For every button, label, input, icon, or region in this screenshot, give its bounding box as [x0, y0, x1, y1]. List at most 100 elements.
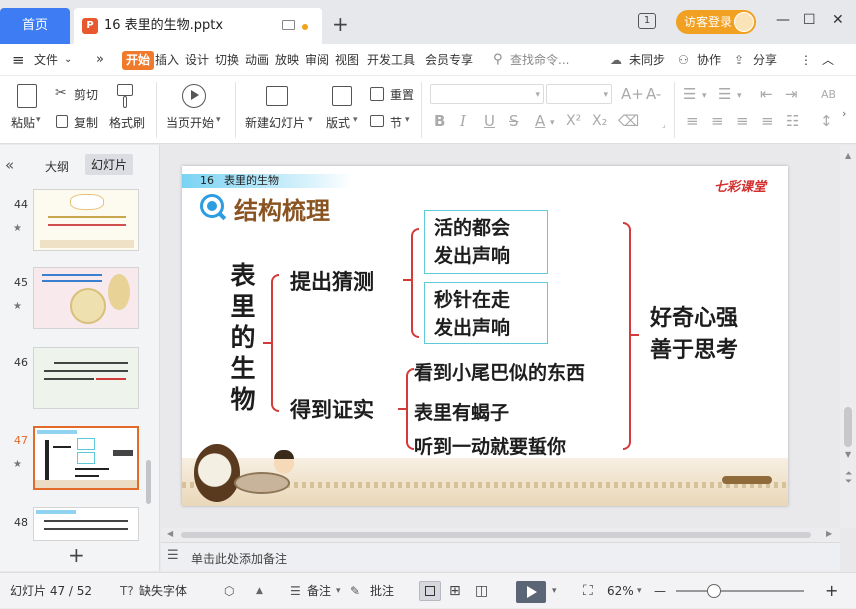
window-count-badge[interactable]: 1 [638, 13, 656, 29]
bold-button[interactable]: B [434, 113, 445, 129]
zoom-level[interactable]: 62% [607, 573, 634, 609]
line-spacing-icon[interactable]: ↕ [820, 113, 833, 129]
chevron-down-icon[interactable]: ▾ [353, 115, 358, 125]
decrease-indent-icon[interactable]: ⇤ [760, 86, 773, 102]
fit-to-window-icon[interactable]: ⛶ [583, 573, 593, 609]
chevron-down-icon[interactable]: ▾ [405, 115, 410, 125]
slide-sorter-view-button[interactable]: ⊞ [449, 573, 461, 609]
cut-button[interactable]: 剪切 [74, 86, 98, 103]
close-button[interactable]: ✕ [832, 12, 844, 28]
paste-icon[interactable] [17, 84, 37, 108]
reading-view-button[interactable]: ◫ [475, 573, 488, 609]
section-button[interactable]: 节 [390, 114, 402, 131]
font-color-button[interactable]: A [535, 113, 545, 129]
tab-outline[interactable]: 大纲 [45, 158, 69, 175]
tab-document[interactable]: P 16 表里的生物.pptx [74, 8, 322, 44]
slide-thumbnail[interactable] [33, 347, 139, 409]
font-family-select[interactable]: ▾ [430, 84, 544, 104]
guest-login-button[interactable]: 访客登录 [676, 10, 756, 34]
more-menus-icon[interactable]: » [96, 44, 104, 76]
layout-icon[interactable] [332, 86, 352, 106]
reset-button[interactable]: 重置 [390, 86, 414, 103]
underline-button[interactable]: U [484, 113, 495, 129]
subscript-button[interactable]: X₂ [592, 113, 607, 129]
numbered-list-icon[interactable]: ☰ [718, 86, 731, 102]
layout-button[interactable]: 版式 [326, 114, 350, 131]
menu-home[interactable]: 开始 [122, 51, 155, 70]
normal-view-button[interactable] [419, 581, 441, 601]
menu-file[interactable]: 文件 [34, 44, 58, 76]
missing-font-button[interactable]: 缺失字体 [139, 573, 187, 609]
menu-review[interactable]: 审阅 [305, 44, 329, 76]
slide-canvas[interactable]: 16 表里的生物 七彩课堂 结构梳理 表 里 的 生 物 提出猜测 得到证实 活… [182, 166, 788, 506]
add-slide-button[interactable]: + [68, 543, 85, 567]
chevron-down-icon[interactable]: ▾ [308, 115, 313, 125]
play-icon[interactable] [182, 84, 206, 108]
eraser-icon[interactable]: ⌫ [618, 113, 639, 129]
comments-button[interactable]: 批注 [370, 573, 394, 609]
format-painter-button[interactable]: 格式刷 [109, 114, 145, 131]
strikethrough-button[interactable]: S [509, 113, 519, 129]
monitor-icon[interactable] [282, 20, 295, 30]
new-slide-icon[interactable] [266, 86, 288, 106]
menu-member[interactable]: 会员专享 [425, 44, 473, 76]
menu-insert[interactable]: 插入 [155, 44, 179, 76]
slide-thumbnail[interactable] [33, 189, 139, 251]
zoom-slider-thumb[interactable] [707, 584, 721, 598]
new-slide-button[interactable]: 新建幻灯片 [245, 114, 305, 131]
zoom-out-button[interactable]: — [654, 573, 666, 609]
chevron-down-icon[interactable]: ▾ [737, 88, 742, 104]
share-button[interactable]: 分享 [753, 44, 777, 76]
hamburger-icon[interactable]: ≡ [12, 44, 25, 76]
font-shrink-button[interactable]: A- [646, 86, 661, 102]
notes-placeholder[interactable]: 单击此处添加备注 [191, 550, 287, 567]
bullet-list-icon[interactable]: ☰ [683, 86, 696, 102]
copy-button[interactable]: 复制 [74, 114, 98, 131]
tab-slides[interactable]: 幻灯片 [85, 154, 134, 175]
zoom-slider-track[interactable] [676, 590, 804, 592]
zoom-in-button[interactable]: + [825, 573, 838, 609]
chevron-down-icon[interactable]: ▾ [36, 115, 41, 125]
align-right-icon[interactable]: ≡ [736, 113, 749, 129]
increase-indent-icon[interactable]: ⇥ [785, 86, 798, 102]
chevron-down-icon[interactable]: ▾ [637, 573, 642, 609]
chevron-down-icon[interactable]: ▾ [552, 573, 557, 609]
menu-slideshow[interactable]: 放映 [275, 44, 299, 76]
menu-transition[interactable]: 切换 [215, 44, 239, 76]
paste-button[interactable]: 粘贴 [11, 114, 35, 131]
vertical-scrollbar[interactable]: ▲ ▼ ⏶ ⏷ [840, 145, 856, 528]
menu-developer[interactable]: 开发工具 [367, 44, 415, 76]
menu-design[interactable]: 设计 [185, 44, 209, 76]
slide-thumbnail[interactable] [33, 267, 139, 329]
distribute-icon[interactable]: ☷ [786, 113, 799, 129]
font-dialog-icon[interactable]: ⌟ [662, 117, 666, 133]
new-tab-button[interactable]: + [332, 14, 349, 34]
font-grow-button[interactable]: A+ [621, 86, 644, 102]
horizontal-scrollbar[interactable]: ◀ ▶ [161, 528, 840, 542]
slide-counter[interactable]: 幻灯片 47 / 52 [10, 573, 92, 609]
unsynced-button[interactable]: 未同步 [629, 44, 665, 76]
chevron-down-icon[interactable]: ▾ [702, 88, 707, 104]
play-slideshow-button[interactable] [516, 581, 546, 603]
collaborate-button[interactable]: 协作 [697, 44, 721, 76]
minimize-button[interactable]: — [776, 12, 790, 28]
shield-icon[interactable]: ⬡ [224, 573, 234, 609]
chevron-down-icon[interactable]: ▾ [550, 115, 555, 131]
font-size-select[interactable]: ▾ [546, 84, 612, 104]
align-left-icon[interactable]: ≡ [686, 113, 699, 129]
collapse-panel-icon[interactable]: « [5, 156, 14, 174]
panel-scrollbar[interactable] [146, 460, 151, 504]
italic-button[interactable]: I [460, 113, 466, 129]
menu-view[interactable]: 视图 [335, 44, 359, 76]
tab-home[interactable]: 首页 [0, 8, 70, 44]
notes-pane[interactable]: ☰ 单击此处添加备注 [161, 542, 840, 571]
superscript-button[interactable]: X² [566, 113, 581, 129]
command-search-input[interactable]: 查找命令... [510, 44, 569, 76]
ribbon-scroll-right-icon[interactable]: › [842, 106, 846, 122]
align-center-icon[interactable]: ≡ [711, 113, 724, 129]
collapse-ribbon-icon[interactable]: ︿ [822, 44, 834, 76]
play-from-current-button[interactable]: 当页开始 [166, 114, 214, 131]
slide-thumbnail[interactable] [33, 507, 139, 541]
maximize-button[interactable]: ☐ [803, 12, 816, 28]
chevron-up-icon[interactable]: ▲ [256, 573, 263, 609]
